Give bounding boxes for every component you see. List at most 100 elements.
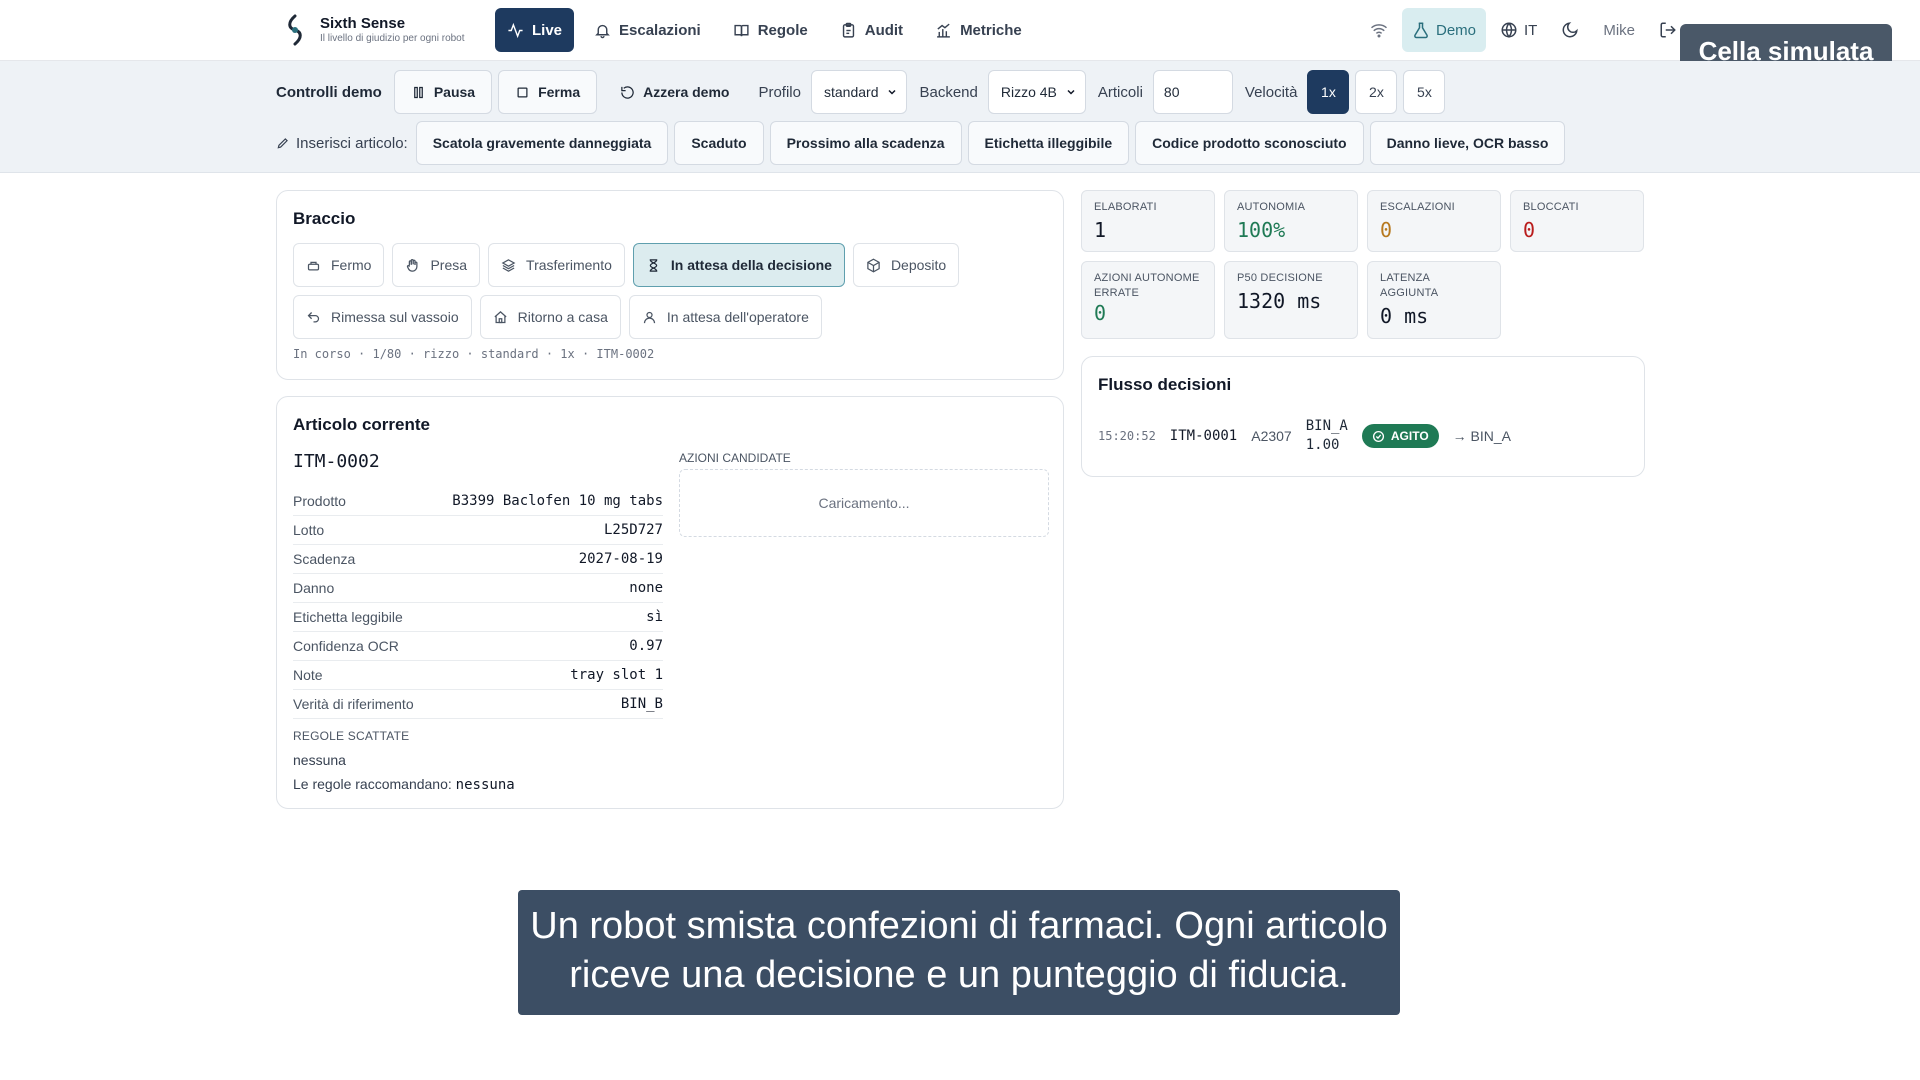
- demo-controls-strip: Controlli demo Pausa Ferma Azzera demo P…: [0, 61, 1920, 173]
- activity-icon: [508, 22, 523, 38]
- current-item-id: ITM-0002: [293, 451, 380, 472]
- insert-unreadable-label-button[interactable]: Etichetta illeggibile: [967, 121, 1130, 165]
- connection-status[interactable]: [1360, 8, 1398, 52]
- decision-score: 1.00: [1305, 437, 1340, 453]
- insert-item-label-text: Inserisci articolo:: [296, 134, 408, 152]
- pause-icon: [413, 86, 423, 98]
- insert-expired-button[interactable]: Scaduto: [674, 121, 764, 165]
- flask-icon: [1414, 22, 1428, 39]
- property-value: BIN_B: [620, 696, 663, 712]
- metric-value: 0 ms: [1380, 304, 1429, 328]
- stop-label: Ferma: [538, 84, 581, 100]
- backend-select[interactable]: Rizzo 4B: [987, 70, 1086, 114]
- nav-metrics-label: Metriche: [960, 21, 1022, 39]
- property-row: Etichetta leggibile sì: [293, 603, 663, 632]
- arm-state-awaiting-decision: In attesa della decisione: [632, 243, 845, 287]
- undo-icon: [307, 311, 320, 322]
- demo-mode-button[interactable]: Demo: [1402, 8, 1487, 52]
- metric-blocked: BLOCCATI 0: [1510, 190, 1644, 252]
- insert-near-expiry-button[interactable]: Prossimo alla scadenza: [769, 121, 962, 165]
- book-icon: [734, 24, 749, 36]
- decision-bin: BIN_A: [1305, 418, 1348, 434]
- insert-minor-damage-button[interactable]: Danno lieve, OCR basso: [1369, 121, 1566, 165]
- decision-row[interactable]: 15:20:52 ITM-0001 A2307 BIN_A 1.00 AGITO…: [1098, 417, 1511, 455]
- pause-label: Pausa: [433, 84, 476, 100]
- property-row: Lotto L25D727: [293, 516, 663, 545]
- user-menu[interactable]: Mike: [1593, 8, 1645, 52]
- arm-state-transfer: Trasferimento: [488, 243, 625, 287]
- current-item-title: Articolo corrente: [293, 415, 430, 434]
- speed-5x-button[interactable]: 5x: [1403, 70, 1446, 114]
- property-key: Scadenza: [293, 551, 356, 567]
- layers-icon: [501, 258, 516, 272]
- property-key: Prodotto: [293, 493, 346, 509]
- brand[interactable]: Sixth Sense Il livello di giudizio per o…: [282, 14, 465, 46]
- metric-value: 0: [1094, 301, 1107, 325]
- metrics-grid: ELABORATI 1 AUTONOMIA 100% ESCALAZIONI 0…: [1081, 190, 1645, 339]
- nav-rules-label: Regole: [757, 21, 808, 39]
- hourglass-icon: [649, 258, 658, 272]
- property-value: sì: [646, 609, 663, 625]
- property-value: tray slot 1: [570, 667, 663, 683]
- candidate-actions-label: AZIONI CANDIDATE: [679, 451, 791, 465]
- brand-logo-icon: [288, 14, 302, 46]
- reset-demo-label: Azzera demo: [643, 84, 730, 100]
- metric-label: ESCALAZIONI: [1380, 201, 1455, 213]
- rules-recommendation-value: nessuna: [455, 777, 515, 793]
- arm-state-grab: Presa: [392, 243, 481, 287]
- moon-icon: [1562, 22, 1579, 38]
- backend-label: Backend: [919, 83, 978, 101]
- theme-toggle[interactable]: [1551, 8, 1589, 52]
- home-icon: [494, 310, 507, 323]
- decision-flow-title: Flusso decisioni: [1098, 375, 1232, 394]
- insert-item-label: Inserisci articolo:: [276, 135, 408, 152]
- nav-live[interactable]: Live: [495, 8, 575, 52]
- metric-value: 100%: [1237, 218, 1286, 242]
- nav-audit[interactable]: Audit: [828, 8, 915, 52]
- property-key: Confidenza OCR: [293, 638, 399, 654]
- decision-time: 15:20:52: [1098, 429, 1156, 443]
- metric-label: AZIONI AUTONOME ERRATE: [1094, 272, 1200, 299]
- nav-metrics[interactable]: Metriche: [923, 8, 1034, 52]
- property-row: Confidenza OCR 0.97: [293, 632, 663, 661]
- speed-2x-button[interactable]: 2x: [1355, 70, 1398, 114]
- profile-value: standard: [824, 84, 879, 100]
- pause-button[interactable]: Pausa: [393, 70, 493, 114]
- hand-icon: [407, 258, 418, 272]
- profile-select[interactable]: standard: [811, 70, 908, 114]
- subtitle-caption: Un robot smista confezioni di farmaci. O…: [518, 890, 1400, 1015]
- reset-icon: [621, 85, 634, 99]
- reset-demo-button[interactable]: Azzera demo: [603, 70, 746, 114]
- arm-state-return-to-tray-label: Rimessa sul vassoio: [331, 309, 459, 325]
- nav-escalations[interactable]: Escalazioni: [582, 8, 713, 52]
- metric-label: LATENZA AGGIUNTA: [1380, 272, 1439, 299]
- stop-button[interactable]: Ferma: [498, 70, 598, 114]
- nav-right-group: Demo IT Mike: [1360, 8, 1687, 52]
- items-count-input[interactable]: [1152, 70, 1233, 114]
- property-row: Scadenza 2027-08-19: [293, 545, 663, 574]
- property-key: Etichetta leggibile: [293, 609, 403, 625]
- arm-title: Braccio: [293, 209, 356, 228]
- main-nav: Live Escalazioni Regole Audit Metriche: [495, 8, 1034, 52]
- nav-rules[interactable]: Regole: [721, 8, 820, 52]
- decision-target-bin: BIN_A: [1470, 428, 1512, 444]
- decision-item-id: ITM-0001: [1169, 428, 1238, 444]
- current-item-panel: Articolo corrente ITM-0002 Prodotto B3399…: [276, 396, 1064, 809]
- arm-state-idle-label: Fermo: [331, 257, 372, 273]
- chevron-down-icon: [888, 89, 897, 95]
- brand-tagline: Il livello di giudizio per ogni robot: [320, 32, 465, 44]
- chevron-down-icon: [1067, 89, 1075, 95]
- property-value: 0.97: [629, 638, 663, 654]
- language-switch[interactable]: IT: [1490, 8, 1547, 52]
- arm-state-deposit-label: Deposito: [890, 257, 947, 273]
- property-row: Danno none: [293, 574, 663, 603]
- language-label: IT: [1524, 21, 1538, 39]
- arm-state-return-home: Ritorno a casa: [479, 295, 621, 339]
- speed-1x-button[interactable]: 1x: [1307, 70, 1350, 114]
- arm-state-awaiting-decision-label: In attesa della decisione: [670, 257, 832, 273]
- property-key: Danno: [293, 580, 335, 596]
- insert-damaged-box-button[interactable]: Scatola gravemente danneggiata: [415, 121, 669, 165]
- insert-unknown-code-button[interactable]: Codice prodotto sconosciuto: [1135, 121, 1364, 165]
- property-value: none: [629, 580, 663, 596]
- metric-label: ELABORATI: [1094, 201, 1157, 213]
